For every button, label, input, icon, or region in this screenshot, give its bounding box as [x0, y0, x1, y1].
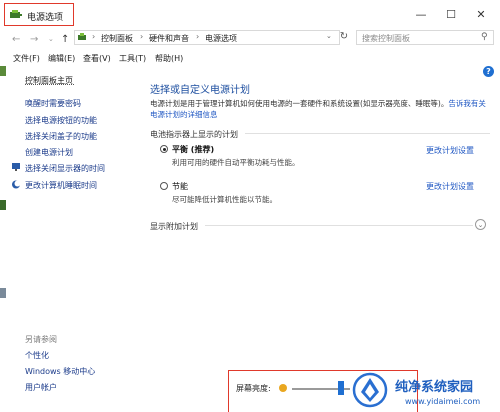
up-arrow-icon[interactable]: ↑ — [61, 34, 69, 45]
power-options-icon — [10, 10, 22, 18]
power-saver-plan-desc: 尽可能降低计算机性能以节能。 — [172, 195, 277, 204]
desktop-edge-icon — [0, 200, 6, 210]
breadcrumb-power-options[interactable]: 电源选项 — [205, 33, 237, 44]
recent-chevron-icon[interactable]: ⌄ — [48, 35, 54, 43]
description-text: 电源计划是用于管理计算机如何使用电源的一套硬件和系统设置(如显示器亮度、睡眠等)… — [150, 99, 449, 108]
sleep-time-link[interactable]: 更改计算机睡眠时间 — [25, 180, 97, 191]
balanced-plan-desc: 利用可用的硬件自动平衡功耗与性能。 — [172, 158, 300, 167]
see-also-label: 另请参阅 — [25, 335, 57, 344]
personalization-link[interactable]: 个性化 — [25, 350, 49, 361]
help-icon[interactable]: ? — [483, 66, 494, 77]
menu-help[interactable]: 帮助(H) — [155, 53, 183, 64]
control-panel-icon — [78, 33, 86, 40]
menu-edit[interactable]: 编辑(E) — [48, 53, 75, 64]
show-additional-plans[interactable]: 显示附加计划 — [150, 221, 198, 232]
radio-selected-dot — [162, 147, 166, 151]
breadcrumb-hardware-sound[interactable]: 硬件和声音 — [149, 33, 189, 44]
breadcrumb-separator-icon: › — [92, 32, 96, 41]
balanced-plan-name: 平衡 (推荐) — [172, 145, 215, 154]
create-plan-link[interactable]: 创建电源计划 — [25, 147, 73, 158]
display-shield-icon — [12, 163, 20, 171]
brightness-label: 屏幕亮度: — [236, 384, 271, 393]
close-button[interactable]: ✕ — [470, 6, 492, 24]
desktop-edge-icon — [0, 288, 6, 298]
page-title: 选择或自定义电源计划 — [150, 85, 250, 96]
power-button-link[interactable]: 选择电源按钮的功能 — [25, 115, 97, 126]
sleep-moon-icon — [12, 180, 20, 189]
maximize-button[interactable]: ☐ — [440, 6, 462, 24]
menu-view[interactable]: 查看(V) — [83, 53, 111, 64]
lid-close-link[interactable]: 选择关闭盖子的功能 — [25, 131, 97, 142]
section-label: 电池指示器上显示的计划 — [150, 130, 238, 139]
menu-tools[interactable]: 工具(T) — [119, 53, 146, 64]
refresh-icon[interactable]: ↻ — [337, 31, 351, 45]
power-saver-radio[interactable] — [160, 182, 168, 190]
brightness-slider-thumb[interactable] — [338, 381, 345, 395]
chevron-down-icon[interactable]: ⌄ — [475, 219, 486, 230]
power-saver-change-settings-link[interactable]: 更改计划设置 — [426, 181, 474, 192]
show-more-divider — [205, 225, 473, 226]
mobility-center-link[interactable]: Windows 移动中心 — [25, 366, 95, 377]
window-title: 电源选项 — [27, 13, 64, 23]
balanced-change-settings-link[interactable]: 更改计划设置 — [426, 145, 474, 156]
brightness-sun-icon — [279, 384, 287, 392]
wake-password-link[interactable]: 唤醒时需要密码 — [25, 98, 81, 109]
page-description: 电源计划是用于管理计算机如何使用电源的一套硬件和系统设置(如显示器亮度、睡眠等)… — [150, 98, 490, 120]
forward-arrow-icon[interactable]: → — [30, 34, 38, 45]
watermark-url: www.yidaimei.com — [405, 397, 481, 406]
breadcrumb-separator-icon: › — [140, 32, 144, 41]
section-divider — [245, 133, 490, 134]
display-off-link[interactable]: 选择关闭显示器的时间 — [25, 163, 105, 174]
watermark-title: 纯净系统家园 — [395, 380, 474, 395]
user-accounts-link[interactable]: 用户帐户 — [25, 382, 57, 393]
watermark-logo — [352, 372, 388, 408]
search-icon[interactable]: ⚲ — [481, 32, 488, 42]
desktop-edge-icon — [0, 66, 6, 76]
breadcrumb-separator-icon: › — [196, 32, 200, 41]
power-saver-plan-name: 节能 — [172, 182, 188, 191]
search-placeholder: 搜索控制面板 — [362, 34, 410, 43]
address-dropdown-icon[interactable]: ⌄ — [326, 32, 332, 40]
breadcrumb-control-panel[interactable]: 控制面板 — [101, 33, 133, 44]
minimize-button[interactable]: — — [410, 6, 432, 24]
menu-file[interactable]: 文件(F) — [13, 53, 40, 64]
focus-underline — [25, 84, 74, 85]
back-arrow-icon[interactable]: ← — [12, 34, 20, 45]
